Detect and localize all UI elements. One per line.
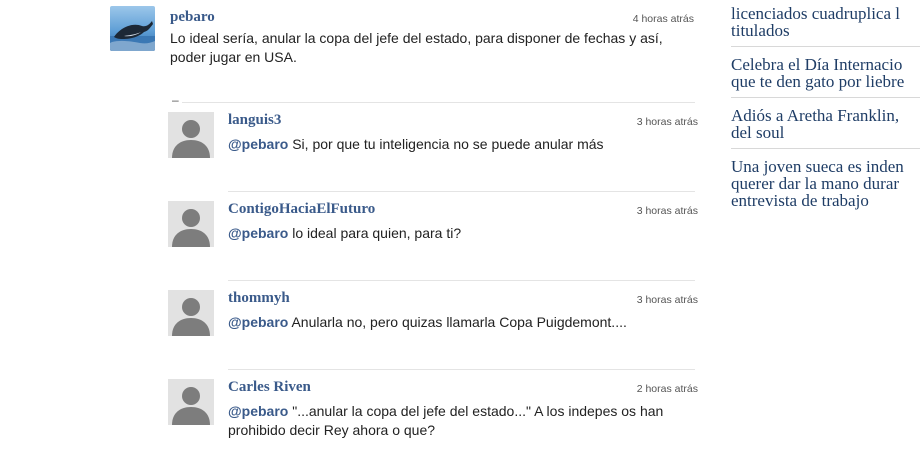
mention-link[interactable]: @pebaro xyxy=(228,136,288,152)
news-link[interactable]: licenciados cuadruplica l titulados xyxy=(731,5,920,46)
related-news-sidebar: licenciados cuadruplica l titulados Cele… xyxy=(731,0,920,216)
page: pebaro 4 horas atrás Lo ideal sería, anu… xyxy=(0,0,920,454)
news-title-line: que te den gato por liebre xyxy=(731,72,905,91)
reply-author[interactable]: thommyh xyxy=(228,290,290,307)
reply-timestamp: 3 horas atrás xyxy=(636,205,698,217)
news-title-line: del soul xyxy=(731,123,785,142)
reply-text: @pebaro Si, por que tu inteligencia no s… xyxy=(228,135,698,154)
reply-timestamp: 3 horas atrás xyxy=(636,294,698,306)
reply-text: @pebaro "...anular la copa del jefe del … xyxy=(228,402,698,440)
news-link[interactable]: Celebra el Día Internacio que te den gat… xyxy=(731,56,920,97)
news-separator xyxy=(731,148,920,149)
reply-body: Anularla no, pero quizas llamarla Copa P… xyxy=(288,314,627,330)
comment-timestamp: 4 horas atrás xyxy=(632,13,694,25)
default-user-avatar-icon[interactable] xyxy=(168,112,214,158)
reply-text: @pebaro lo ideal para quien, para ti? xyxy=(228,224,698,243)
mention-link[interactable]: @pebaro xyxy=(228,314,288,330)
news-separator xyxy=(731,46,920,47)
news-title-line: Una joven sueca es inden xyxy=(731,157,904,176)
news-separator xyxy=(731,97,920,98)
default-user-avatar-icon[interactable] xyxy=(168,379,214,425)
reply-author[interactable]: languis3 xyxy=(228,112,281,129)
mention-link[interactable]: @pebaro xyxy=(228,403,288,419)
news-link[interactable]: Adiós a Aretha Franklin, del soul xyxy=(731,107,920,148)
main-comment: pebaro 4 horas atrás Lo ideal sería, anu… xyxy=(108,4,698,107)
news-title-line: entrevista de trabajo xyxy=(731,191,869,210)
mention-link[interactable]: @pebaro xyxy=(228,225,288,241)
reply-body: Si, por que tu inteligencia no se puede … xyxy=(288,136,604,152)
reply-comment: Carles Riven 2 horas atrás @pebaro "...a… xyxy=(168,369,698,454)
default-user-avatar-icon[interactable] xyxy=(168,201,214,247)
news-title-line: licenciados cuadruplica l xyxy=(731,4,900,23)
reply-timestamp: 3 horas atrás xyxy=(636,116,698,128)
news-title-line: Adiós a Aretha Franklin, xyxy=(731,106,900,125)
default-user-avatar-icon[interactable] xyxy=(168,290,214,336)
reply-author[interactable]: Carles Riven xyxy=(228,379,311,396)
reply-comment: ContigoHaciaElFuturo 3 horas atrás @peba… xyxy=(168,191,698,280)
news-title-line: titulados xyxy=(731,21,790,40)
reply-author[interactable]: ContigoHaciaElFuturo xyxy=(228,201,375,218)
reply-text: @pebaro Anularla no, pero quizas llamarl… xyxy=(228,313,698,332)
news-title-line: Celebra el Día Internacio xyxy=(731,55,903,74)
reply-body: lo ideal para quien, para ti? xyxy=(288,225,462,241)
reply-body: "...anular la copa del jefe del estado..… xyxy=(228,403,664,438)
comment-author[interactable]: pebaro xyxy=(170,9,215,26)
news-title-line: querer dar la mano durar xyxy=(731,174,900,193)
news-link[interactable]: Una joven sueca es inden querer dar la m… xyxy=(731,158,920,216)
whale-avatar-icon[interactable] xyxy=(110,6,155,51)
reply-timestamp: 2 horas atrás xyxy=(636,383,698,395)
comment-text: Lo ideal sería, anular la copa del jefe … xyxy=(170,30,663,65)
reply-comment: languis3 3 horas atrás @pebaro Si, por q… xyxy=(168,102,698,191)
reply-comment: thommyh 3 horas atrás @pebaro Anularla n… xyxy=(168,280,698,369)
